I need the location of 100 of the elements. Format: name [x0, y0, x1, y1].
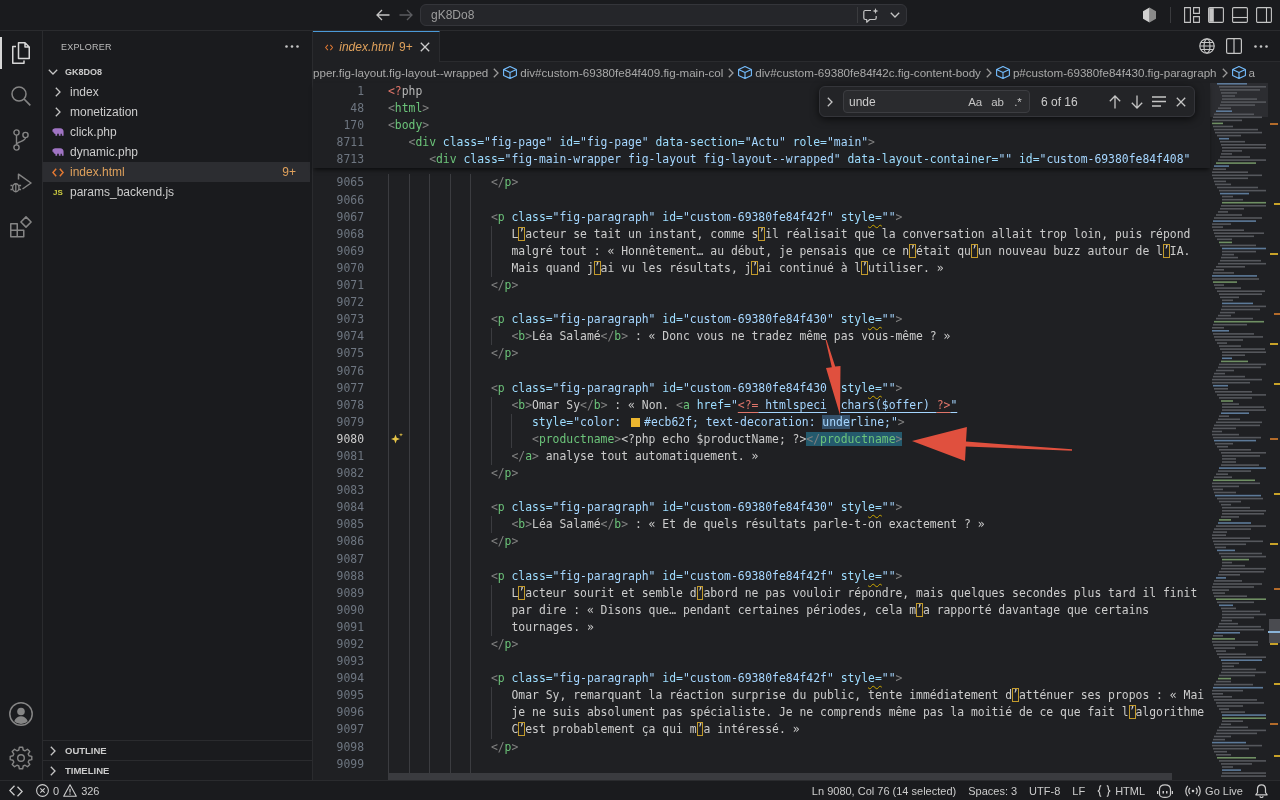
find-option-button[interactable]: .*	[1010, 93, 1026, 110]
panel-section-header[interactable]: OUTLINE	[43, 740, 312, 760]
line-number: 9068	[335, 225, 364, 243]
line-number: 9087	[335, 550, 364, 568]
line-number: 48	[349, 100, 364, 118]
settings-icon	[9, 746, 33, 770]
line-number: 8711	[335, 134, 364, 152]
code-line: <b>Omar Sy</b> : « Non. <a href="<?= htmlspeci	[511, 396, 827, 414]
code-line: </p>	[490, 533, 519, 551]
line-number: 9096	[335, 704, 364, 722]
more-icon	[285, 45, 299, 48]
cube-icon	[1231, 66, 1246, 79]
match-count: 6 of 16	[1041, 94, 1078, 109]
minimap[interactable]	[1210, 83, 1268, 780]
line-number: 9072	[335, 294, 364, 312]
go-live-button[interactable]: Go Live	[1179, 781, 1249, 800]
broadcast-icon	[1185, 784, 1202, 797]
line-number: 9083	[335, 482, 364, 500]
line-number: 9095	[335, 687, 364, 705]
line-number: 9075	[335, 345, 364, 363]
warning-icon	[63, 784, 78, 797]
code-line: </p>	[490, 465, 519, 483]
arrow-left-icon	[376, 9, 390, 21]
open-preview-button[interactable]	[1197, 36, 1217, 56]
code-line: L’acteur sourit et semble d’abord ne pas vouloir répondre, mais quelques secondes plus tard il finit	[511, 584, 1198, 602]
line-number: 9073	[335, 311, 364, 329]
search-icon	[11, 86, 31, 107]
find-option-button[interactable]: ab	[988, 93, 1007, 110]
line-number: 9089	[335, 584, 364, 602]
indentation-button[interactable]: Spaces: 3	[962, 781, 1024, 800]
code-line: </p>	[490, 174, 519, 192]
code-line: <p class="fig-paragraph" id="custom-69380fe84f42f" style="">	[490, 670, 903, 688]
breadcrumb-item[interactable]: pper.fig-layout.fig-layout--wrapped	[313, 66, 489, 79]
chevron-right-icon	[493, 67, 500, 78]
code-line: <b>Léa Salamé</b> : « Et de quels résultats parle-t-on exactement ? »	[511, 516, 985, 534]
play-bug-icon	[10, 172, 32, 195]
find-option-button[interactable]: Aa	[965, 93, 986, 110]
line-ending-button[interactable]: LF	[1066, 781, 1092, 800]
code-line: <p class="fig-paragraph" id="custom-69380fe84f430	[490, 379, 827, 397]
code-line: style="color:	[532, 413, 623, 431]
chevron-right-icon	[985, 67, 992, 78]
folder-tree-item[interactable]: GK8DO8	[43, 62, 312, 82]
line-number: 9093	[335, 653, 364, 671]
encoding-button[interactable]: UTF-8	[1023, 781, 1067, 800]
code-line: C’est probablement ça qui m’a intéressé. »	[511, 721, 800, 739]
line-number: 9091	[335, 618, 364, 636]
split-editor-button[interactable]	[1224, 36, 1244, 56]
line-number: 170	[342, 117, 364, 135]
split-editor-icon	[1226, 38, 1242, 54]
file-tree-item[interactable]: JS params_backend.js	[43, 182, 312, 202]
editor-tab[interactable]: index.html 9+	[313, 31, 440, 62]
breadcrumb-item[interactable]: div#custom-69380fe84f42c.fig-content-body	[738, 66, 981, 79]
bell-icon	[1255, 783, 1268, 798]
file-type-label: JS	[53, 187, 63, 197]
breadcrumb-item[interactable]: div#custom-69380fe84f409.fig-main-col	[503, 66, 724, 79]
line-number: 9077	[335, 379, 364, 397]
problems-button[interactable]: 0 326	[32, 781, 106, 800]
code-line: <html>	[388, 100, 430, 118]
command-center[interactable]: gK8Do8	[420, 4, 907, 26]
folder-tree-item[interactable]: monetization	[43, 102, 312, 122]
panel-icon	[1232, 7, 1248, 23]
code-brackets-icon	[325, 42, 334, 52]
lines-icon	[1152, 96, 1166, 107]
code-line: je ne suis absolument pas spécialiste. Je ne comprends même pas la moitié de ce que fait l’algorithme	[511, 704, 1205, 722]
code-line: chars($offer) ?>"	[840, 396, 958, 414]
chevrons-icon	[9, 784, 23, 797]
code-line: <div class="fig-main-wrapper fig-layout fig-layout--wrapped" data-layout-container="" id="custom-69380fe84f408"	[429, 151, 1191, 169]
chevron-down-icon	[890, 12, 900, 18]
breadcrumb-item[interactable]: p#custom-69380fe84f430.fig-paragraph	[995, 66, 1217, 79]
code-line: <p class="fig-paragraph" id="custom-69380fe84f42f" style="">	[490, 567, 903, 585]
line-number: 9084	[335, 499, 364, 517]
close-icon	[419, 42, 430, 52]
elephant-icon	[52, 127, 64, 137]
more-icon	[1254, 44, 1268, 48]
cube-icon	[738, 66, 753, 79]
file-tree-item[interactable]: click.php	[43, 122, 312, 142]
code-line: tournages. »	[511, 618, 594, 636]
horizontal-scrollbar[interactable]	[388, 772, 1172, 780]
sparkle-icon	[391, 433, 403, 446]
line-number: 1	[356, 83, 364, 100]
file-tree-item[interactable]: dynamic.php	[43, 142, 312, 162]
code-line: L’acteur se tait un instant, comme s’il réalisait que la conversation allait trop loin, puis répond	[511, 225, 1191, 243]
code-line: <div class="fig-page" id="fig-page" data-section="Actu" role="main">	[408, 134, 875, 152]
folder-tree-item[interactable]: index	[43, 82, 312, 102]
line-number: 9088	[335, 567, 364, 585]
sidebar-right-icon	[1256, 7, 1272, 23]
line-number: 9070	[335, 259, 364, 277]
breadcrumb-item[interactable]: a	[1231, 66, 1256, 79]
find-input[interactable]: unde Aa ab .*	[843, 90, 1030, 113]
code-line: <body>	[388, 117, 430, 135]
code-line: </p>	[490, 636, 519, 653]
code-line: </p>	[490, 738, 519, 756]
problem-count: 9+	[398, 40, 413, 54]
file-tree-item[interactable]: index.html 9+	[43, 162, 310, 182]
cursor-position[interactable]: Ln 9080, Col 76 (14 selected)	[805, 781, 963, 800]
code-line: <p class="fig-paragraph" id="custom-69380fe84f430" style="">	[490, 499, 903, 517]
language-button[interactable]: HTML	[1091, 781, 1152, 800]
code-line: <?php	[388, 83, 423, 100]
line-number: 9081	[335, 447, 364, 465]
line-number: 9066	[335, 191, 364, 209]
